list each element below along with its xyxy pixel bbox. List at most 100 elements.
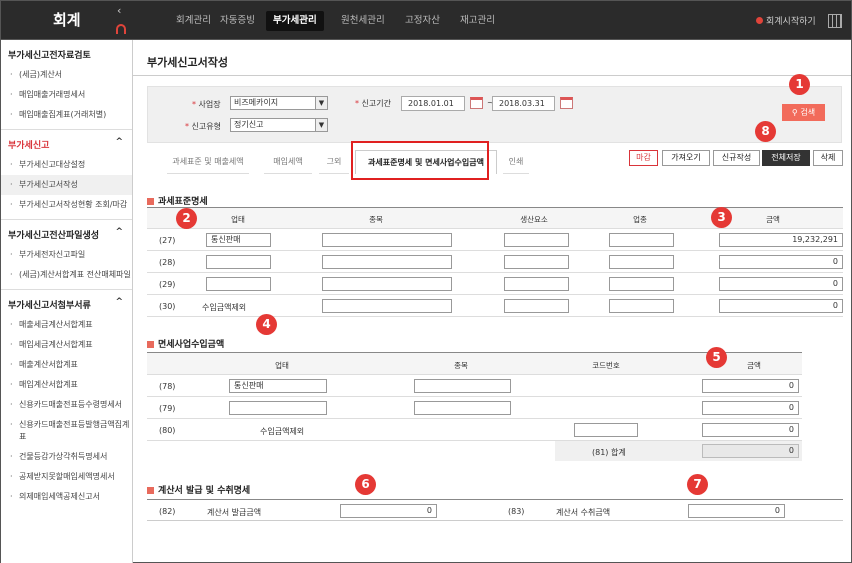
col-header: 종목 — [369, 215, 383, 224]
sidebar-section-title[interactable]: 부가세신고전자료검토 — [1, 45, 132, 65]
sidebar-item[interactable]: (세금)계산서합계표 전산매체파일 — [1, 265, 132, 285]
chevron-up-icon[interactable]: ^ — [115, 297, 123, 307]
item-input[interactable] — [414, 379, 511, 393]
sidebar-section-title[interactable]: 부가세신고전산파일생성 ^ — [1, 225, 132, 245]
amount-input[interactable]: 0 — [702, 379, 799, 393]
report-type-select[interactable]: 정기신고 ▼ — [230, 118, 328, 132]
industry-input[interactable] — [609, 277, 674, 291]
row-number: (79) — [159, 404, 176, 413]
chevron-down-icon: ▼ — [315, 97, 327, 109]
date-from-input[interactable]: 2018.01.01 — [401, 96, 465, 111]
col-header: 금액 — [747, 361, 761, 370]
annotation-badge: 1 — [789, 74, 810, 95]
production-input[interactable] — [504, 299, 569, 313]
chevron-up-icon[interactable]: ^ — [115, 227, 123, 237]
sidebar-item[interactable]: 부가세전자신고파일 — [1, 245, 132, 265]
sidebar-section-title[interactable]: 부가세신고 ^ — [1, 135, 132, 155]
issued-amount-input[interactable]: 0 — [340, 504, 437, 518]
item-input[interactable] — [414, 401, 511, 415]
sidebar-section-title-text: 부가세신고서첨부서류 — [8, 301, 91, 311]
calendar-icon[interactable] — [470, 97, 483, 109]
tab-purchase-tax[interactable]: 매입세액 — [264, 150, 312, 174]
industry-input[interactable] — [609, 299, 674, 313]
business-type-input[interactable]: 통신판매 — [206, 233, 271, 247]
sidebar-item[interactable]: 부가세신고서작성현황 조회/마감 — [1, 195, 132, 215]
sidebar-item[interactable]: 매출세금계산서합계표 — [1, 315, 132, 335]
sidebar-item[interactable]: 부가세신고대상설정 — [1, 155, 132, 175]
menu-vat[interactable]: 부가세관리 — [266, 11, 324, 31]
item-input[interactable] — [322, 233, 452, 247]
calculator-icon[interactable] — [828, 14, 842, 28]
table-row: (30) 수입금액제외 0 — [147, 295, 843, 317]
received-amount-input[interactable]: 0 — [688, 504, 785, 518]
menu-fixed-assets[interactable]: 고정자산 — [398, 11, 447, 31]
main-content: 부가세신고서작성 * 사업장 비즈메카이지 ▼ * 신고기간 2018.01.01… — [133, 40, 852, 563]
delete-button[interactable]: 삭제 — [813, 150, 843, 166]
amount-input[interactable]: 0 — [702, 423, 799, 437]
biz-label: * 사업장 — [192, 100, 221, 109]
production-input[interactable] — [504, 233, 569, 247]
industry-input[interactable] — [609, 233, 674, 247]
amount-input[interactable]: 0 — [719, 277, 843, 291]
sidebar-item[interactable]: 의제매입세액공제신고서 — [1, 487, 132, 507]
sidebar-item[interactable]: 매입계산서합계표 — [1, 375, 132, 395]
production-input[interactable] — [504, 255, 569, 269]
annotation-badge: 8 — [755, 121, 776, 142]
code-input[interactable] — [574, 423, 638, 437]
business-type-input[interactable]: 통신판매 — [229, 379, 327, 393]
sidebar-section-title-text: 부가세신고 — [8, 141, 50, 151]
item-input[interactable] — [322, 299, 452, 313]
collapse-icon[interactable]: ‹ — [117, 4, 121, 17]
menu-auto-evidence[interactable]: 자동증빙 — [213, 11, 262, 31]
item-input[interactable] — [322, 277, 452, 291]
amount-input[interactable]: 0 — [702, 401, 799, 415]
amount-input[interactable]: 0 — [719, 255, 843, 269]
new-button[interactable]: 신규작성 — [713, 150, 760, 166]
annotation-badge: 7 — [687, 474, 708, 495]
sidebar-item[interactable]: 매입세금계산서합계표 — [1, 335, 132, 355]
sidebar-item-selected[interactable]: 부가세신고서작성 — [1, 175, 132, 195]
amount-input[interactable]: 0 — [719, 299, 843, 313]
sidebar-section-title[interactable]: 부가세신고서첨부서류 ^ — [1, 295, 132, 315]
item-input[interactable] — [322, 255, 452, 269]
exempt-table: 업태 종목 코드번호 금액 (78) 통신판매 0 (79) 0 (80) 수입… — [147, 352, 802, 461]
industry-input[interactable] — [609, 255, 674, 269]
save-all-button[interactable]: 전체저장 — [762, 150, 810, 166]
calendar-icon[interactable] — [560, 97, 573, 109]
col-header: 업태 — [275, 361, 289, 370]
amount-input[interactable]: 19,232,291 — [719, 233, 843, 247]
sidebar-item[interactable]: 신용카드매출전표등발행금액집계표 — [1, 415, 132, 447]
row-number: (82) — [159, 507, 176, 516]
section-title-tax-base: 과세표준명세 — [147, 194, 208, 207]
search-button[interactable]: ⚲ 검색 — [782, 104, 825, 121]
row-number: (83) — [508, 507, 525, 516]
date-to-input[interactable]: 2018.03.31 — [492, 96, 555, 111]
sidebar-item[interactable]: 매입매출거래명세서 — [1, 85, 132, 105]
tab-print[interactable]: 인쇄 — [503, 150, 529, 174]
start-accounting-link[interactable]: 회계시작하기 — [756, 14, 816, 27]
chevron-up-icon[interactable]: ^ — [115, 137, 123, 147]
business-type-input[interactable] — [206, 277, 271, 291]
sidebar-section: 부가세신고전산파일생성 ^ 부가세전자신고파일 (세금)계산서합계표 전산매체파일 — [1, 220, 132, 290]
menu-withholding[interactable]: 원천세관리 — [334, 11, 392, 31]
tab-tax-base-sales[interactable]: 과세표준 및 매출세액 — [167, 150, 249, 174]
tab-others[interactable]: 그외 — [319, 150, 349, 174]
menu-inventory[interactable]: 재고관리 — [453, 11, 502, 31]
col-header: 업태 — [231, 215, 245, 224]
import-button[interactable]: 가져오기 — [662, 150, 710, 166]
headset-icon[interactable] — [116, 24, 126, 34]
business-type-input[interactable] — [229, 401, 327, 415]
sidebar-item[interactable]: 매출계산서합계표 — [1, 355, 132, 375]
menu-accounting[interactable]: 회계관리 — [169, 11, 218, 31]
sidebar-item[interactable]: 신용카드매출전표등수령명세서 — [1, 395, 132, 415]
close-period-button[interactable]: 마감 — [629, 150, 658, 166]
sidebar-item[interactable]: 공제받지못할매입세액명세서 — [1, 467, 132, 487]
sidebar-item[interactable]: 건물등감가상각취득명세서 — [1, 447, 132, 467]
table-row: (27) 통신판매 19,232,291 — [147, 229, 843, 251]
production-input[interactable] — [504, 277, 569, 291]
biz-select[interactable]: 비즈메카이지 ▼ — [230, 96, 328, 110]
sidebar-item[interactable]: (세금)계산서 — [1, 65, 132, 85]
invoice-table: (82) 계산서 발급금액 0 (83) 계산서 수취금액 0 — [147, 499, 843, 521]
business-type-input[interactable] — [206, 255, 271, 269]
sidebar-item[interactable]: 매입매출집계표(거래처별) — [1, 105, 132, 125]
